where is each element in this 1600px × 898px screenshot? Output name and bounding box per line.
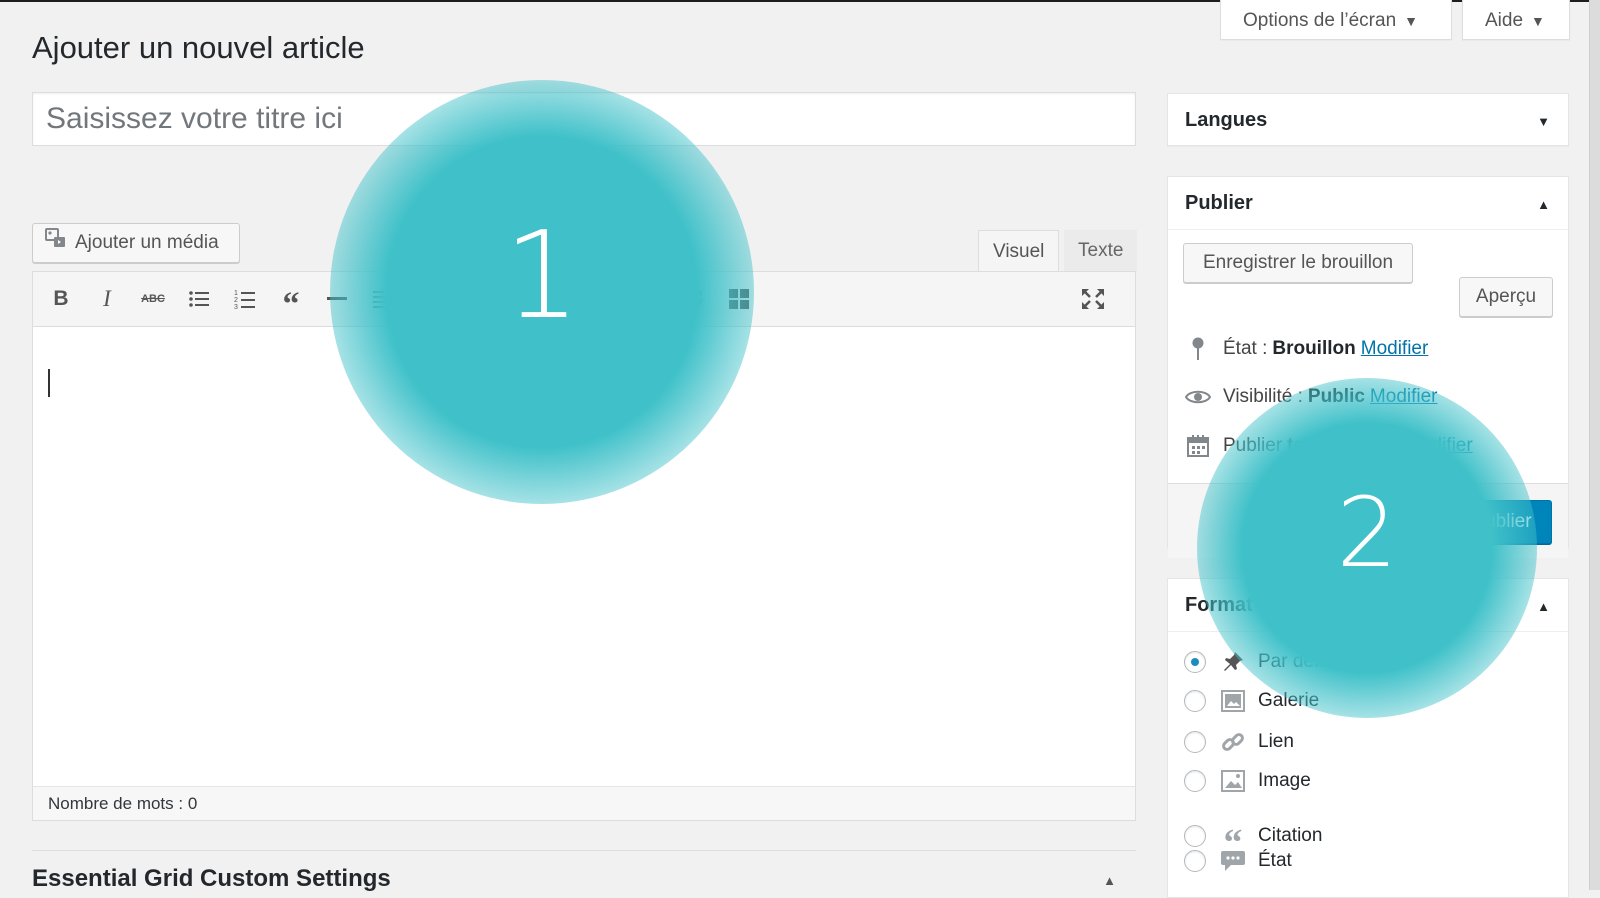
radio-unselected[interactable] (1184, 850, 1206, 872)
format-title: Format (1185, 594, 1253, 616)
format-box: Format ▲ Par défaut Galerie Lien Image “… (1167, 578, 1569, 898)
preview-button[interactable]: Aperçu (1459, 277, 1553, 317)
publish-header[interactable]: Publier ▲ (1168, 177, 1568, 230)
edit-status-link[interactable]: Modifier (1361, 338, 1429, 360)
horizontal-rule-icon[interactable] (321, 283, 353, 315)
caret-down-icon[interactable]: ▼ (1537, 114, 1550, 129)
align-center-icon[interactable] (413, 283, 445, 315)
refresh-icon[interactable] (677, 283, 709, 315)
radio-unselected[interactable] (1184, 690, 1206, 712)
chat-bubble-icon (1220, 850, 1246, 872)
scrollbar[interactable] (1589, 0, 1600, 890)
languages-header[interactable]: Langues ▼ (1168, 94, 1568, 146)
italic-icon[interactable]: I (91, 283, 123, 315)
image-icon (1220, 770, 1246, 792)
editor-toolbar: B I ABC 123 “ (33, 272, 1135, 327)
caret-down-icon: ▼ (1531, 13, 1545, 29)
post-title-input[interactable]: Saisissez votre titre ici (32, 92, 1136, 146)
eye-icon (1185, 389, 1211, 405)
caret-up-icon[interactable]: ▲ (1537, 599, 1550, 614)
languages-title: Langues (1185, 109, 1268, 131)
svg-text:1: 1 (234, 290, 238, 297)
status-row: État : Brouillon Modifier (1185, 337, 1428, 361)
toolbar-toggle-icon[interactable] (631, 283, 663, 315)
bullet-list-icon[interactable] (183, 283, 215, 315)
format-label-status: État (1258, 850, 1292, 871)
pin-icon (1220, 650, 1246, 674)
caret-up-icon[interactable]: ▲ (1537, 197, 1550, 212)
calendar-icon (1185, 435, 1211, 457)
format-option-status[interactable]: État (1184, 850, 1292, 872)
format-header[interactable]: Format ▲ (1168, 579, 1568, 632)
title-placeholder: Saisissez votre titre ici (46, 102, 343, 135)
strikethrough-icon[interactable]: ABC (137, 283, 169, 315)
gallery-icon (1220, 690, 1246, 712)
screen-options-label: Options de l’écran (1243, 10, 1397, 31)
visibility-row: Visibilité : Public Modifier (1185, 386, 1438, 408)
edit-visibility-link[interactable]: Modifier (1370, 386, 1438, 408)
numbered-list-icon[interactable]: 123 (229, 283, 261, 315)
post-editor: B I ABC 123 “ Nombre de mots : 0 (32, 271, 1136, 821)
format-label-image: Image (1258, 770, 1311, 791)
publish-button[interactable]: Publier (1452, 500, 1552, 544)
format-label-default: Par défaut (1258, 651, 1346, 672)
page-title: Ajouter un nouvel article (32, 30, 365, 65)
blockquote-icon[interactable]: “ (275, 283, 307, 322)
essential-grid-metabox[interactable]: Essential Grid Custom Settings ▲ (32, 850, 1136, 892)
schedule-row: Publier tout de suite Modifier (1185, 435, 1473, 457)
word-count: Nombre de mots : 0 (33, 786, 1135, 820)
grid-icon[interactable] (723, 283, 755, 315)
radio-selected[interactable] (1184, 651, 1206, 673)
svg-text:2: 2 (234, 297, 238, 304)
status-label: État : (1223, 338, 1268, 359)
align-left-icon[interactable] (367, 283, 399, 315)
format-option-link[interactable]: Lien (1184, 730, 1294, 754)
caret-down-icon: ▼ (1404, 13, 1419, 29)
visibility-label: Visibilité : (1223, 386, 1303, 407)
publish-actions: Publier (1168, 483, 1568, 558)
languages-box: Langues ▼ (1167, 93, 1569, 146)
format-option-default[interactable]: Par défaut (1184, 650, 1346, 674)
help-button[interactable]: Aide ▼ (1462, 0, 1570, 40)
format-label-gallery: Galerie (1258, 690, 1320, 711)
format-option-image[interactable]: Image (1184, 770, 1311, 792)
help-label: Aide (1485, 10, 1524, 31)
screen-options-button[interactable]: Options de l’écran ▼ (1220, 0, 1452, 40)
add-media-button[interactable]: Ajouter un média (32, 223, 240, 263)
editor-content-area[interactable] (33, 327, 1135, 787)
status-value: Brouillon (1272, 338, 1356, 359)
caret-up-icon[interactable]: ▲ (1103, 873, 1116, 888)
bold-icon[interactable]: B (45, 283, 77, 315)
fullscreen-icon[interactable] (1077, 283, 1109, 315)
visibility-value: Public (1307, 386, 1365, 407)
svg-text:3: 3 (234, 304, 238, 310)
publish-box: Publier ▲ Enregistrer le brouillon Aperç… (1167, 176, 1569, 558)
radio-unselected[interactable] (1184, 731, 1206, 753)
pin-icon (1185, 337, 1211, 361)
add-media-label: Ajouter un média (75, 232, 219, 254)
format-option-gallery[interactable]: Galerie (1184, 690, 1319, 712)
media-icon (45, 224, 67, 262)
text-cursor (48, 369, 50, 397)
tab-visual[interactable]: Visuel (978, 230, 1060, 272)
schedule-label: Publier (1223, 435, 1283, 456)
save-draft-button[interactable]: Enregistrer le brouillon (1183, 243, 1413, 283)
metabox-title: Essential Grid Custom Settings (32, 865, 391, 892)
edit-schedule-link[interactable]: Modifier (1405, 435, 1473, 457)
format-label-quote: Citation (1258, 825, 1323, 846)
schedule-value: tout de suite (1287, 435, 1401, 456)
link-icon (1220, 730, 1246, 754)
format-label-link: Lien (1258, 731, 1294, 752)
tab-text[interactable]: Texte (1064, 230, 1138, 272)
publish-title: Publier (1185, 192, 1253, 214)
radio-unselected[interactable] (1184, 825, 1206, 847)
radio-unselected[interactable] (1184, 770, 1206, 792)
